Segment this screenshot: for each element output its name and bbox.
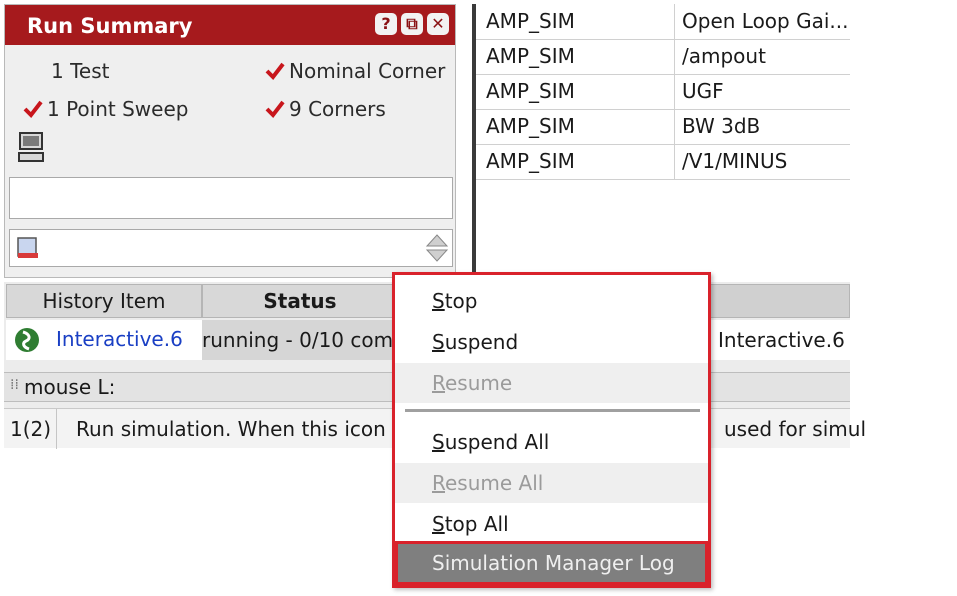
point-sweep-label: 1 Point Sweep bbox=[47, 97, 189, 121]
nominal-corner-option[interactable]: Nominal Corner bbox=[265, 59, 445, 83]
status-divider bbox=[56, 409, 57, 449]
menu-item-resume-all: Resume All bbox=[395, 463, 708, 503]
output-cell: BW 3dB bbox=[682, 114, 761, 138]
output-cell: Open Loop Gai... bbox=[682, 9, 849, 33]
grip-icon: ⁞⁞ bbox=[10, 377, 19, 393]
check-icon bbox=[265, 100, 285, 119]
run-summary-input-area[interactable] bbox=[9, 229, 453, 267]
table-row[interactable]: AMP_SIM BW 3dB bbox=[476, 109, 850, 145]
nominal-corner-label: Nominal Corner bbox=[289, 59, 446, 83]
output-cell: /V1/MINUS bbox=[682, 149, 788, 173]
menu-item-simulation-manager-log[interactable]: Simulation Manager Log bbox=[395, 541, 708, 585]
run-summary-panel: Run Summary ? ⧉ ✕ 1 Test Nominal Corner … bbox=[4, 4, 456, 278]
test-cell: AMP_SIM bbox=[486, 79, 575, 103]
corners-option[interactable]: 9 Corners bbox=[265, 97, 386, 121]
computer-icon[interactable] bbox=[17, 131, 47, 163]
table-row[interactable]: AMP_SIM /V1/MINUS bbox=[476, 144, 850, 180]
scroll-spinner-icon[interactable] bbox=[424, 232, 450, 264]
history-item-link[interactable]: Interactive.6 bbox=[56, 327, 183, 351]
run-summary-title-bar: Run Summary ? ⧉ ✕ bbox=[5, 5, 455, 45]
simulation-context-menu: Stop Suspend Resume Suspend All Resume A… bbox=[392, 272, 711, 588]
status-message-tail: used for simul bbox=[724, 417, 867, 441]
test-cell: AMP_SIM bbox=[486, 44, 575, 68]
point-sweep-option[interactable]: 1 Point Sweep bbox=[23, 97, 188, 121]
image-icon bbox=[17, 237, 38, 258]
history-item-name-right: Interactive.6 bbox=[708, 320, 850, 360]
status-message: Run simulation. When this icon bbox=[76, 417, 386, 441]
test-cell: AMP_SIM bbox=[486, 149, 575, 173]
extra-column-header[interactable] bbox=[704, 284, 850, 318]
check-icon bbox=[23, 100, 43, 119]
test-cell: AMP_SIM bbox=[486, 114, 575, 138]
tests-count: 1 Test bbox=[51, 59, 110, 83]
running-status-icon bbox=[15, 328, 39, 352]
results-table: AMP_SIM Open Loop Gai... AMP_SIM /ampout… bbox=[472, 4, 850, 274]
run-summary-text-field[interactable] bbox=[9, 177, 453, 219]
menu-item-stop-all[interactable]: Stop All bbox=[395, 504, 708, 544]
menu-item-stop[interactable]: Stop bbox=[395, 281, 708, 321]
status-index: 1(2) bbox=[10, 417, 52, 441]
status-column-header[interactable]: Status bbox=[202, 284, 398, 318]
check-icon bbox=[265, 62, 285, 81]
menu-item-suspend[interactable]: Suspend bbox=[395, 322, 708, 362]
history-status-cell: running - 0/10 com bbox=[202, 320, 398, 360]
table-row[interactable]: AMP_SIM Open Loop Gai... bbox=[476, 4, 850, 40]
mouse-label: mouse L: bbox=[24, 375, 116, 399]
test-cell: AMP_SIM bbox=[486, 9, 575, 33]
table-row[interactable]: AMP_SIM /ampout bbox=[476, 39, 850, 75]
output-cell: UGF bbox=[682, 79, 724, 103]
history-item-column-header[interactable]: History Item bbox=[6, 284, 202, 318]
output-cell: /ampout bbox=[682, 44, 766, 68]
run-summary-title: Run Summary bbox=[27, 14, 193, 38]
menu-item-resume: Resume bbox=[395, 363, 708, 403]
history-row-item[interactable]: Interactive.6 bbox=[6, 320, 202, 360]
table-row[interactable]: AMP_SIM UGF bbox=[476, 74, 850, 110]
close-icon[interactable]: ✕ bbox=[427, 13, 449, 35]
menu-separator bbox=[405, 409, 700, 412]
help-icon[interactable]: ? bbox=[375, 13, 397, 35]
float-window-icon[interactable]: ⧉ bbox=[401, 13, 423, 35]
corners-label: 9 Corners bbox=[289, 97, 386, 121]
menu-item-suspend-all[interactable]: Suspend All bbox=[395, 422, 708, 462]
